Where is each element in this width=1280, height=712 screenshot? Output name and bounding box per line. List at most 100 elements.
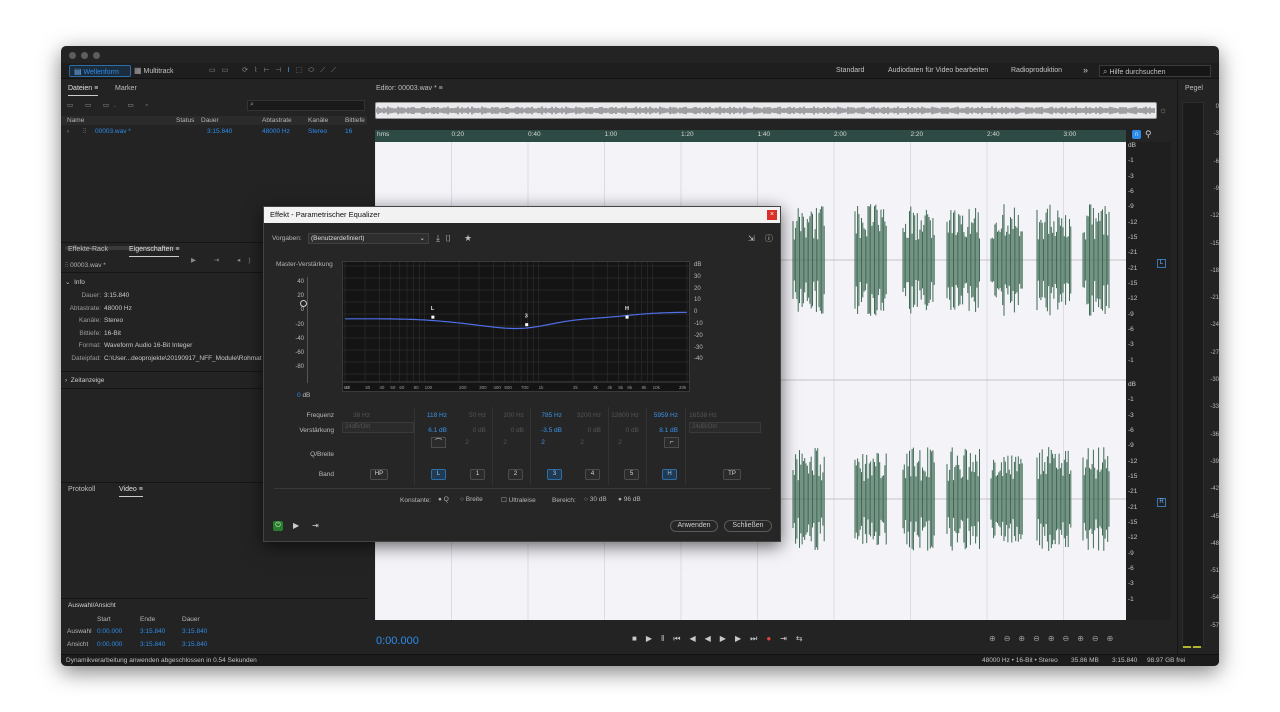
band-gain[interactable]: 8.1 dB [638, 427, 678, 434]
files-toolbar-icons[interactable]: ▭ ▭ ▭. ▭ ▫ [67, 101, 153, 109]
zoom-window-icon[interactable] [93, 52, 100, 59]
editor-tab[interactable]: Editor: 00003.wav * ≡ [376, 82, 443, 96]
band-toggle-4[interactable]: 4 [585, 469, 600, 480]
waveform-button[interactable]: ▤ Wellenform [69, 65, 131, 77]
band-toggle-2[interactable]: 2 [508, 469, 523, 480]
minimize-window-icon[interactable] [81, 52, 88, 59]
selection-end[interactable]: 3:15.840 [140, 628, 165, 635]
col-name[interactable]: Name [67, 117, 84, 124]
band-toggle-l[interactable]: L [431, 469, 446, 480]
zoom-controls[interactable]: ⊕⊖⊕⊖⊕⊖⊕⊖⊕ [989, 634, 1121, 643]
low-shelf-icon[interactable]: ⌒ [431, 437, 446, 448]
tab-history[interactable]: Protokoll [68, 483, 95, 497]
play-preview-icon[interactable]: ▶ [293, 521, 299, 530]
dialog-titlebar[interactable]: Effekt - Parametrischer Equalizer × [264, 207, 780, 223]
band-toggle-3[interactable]: 3 [547, 469, 562, 480]
help-search-input[interactable]: ⌕ Hilfe durchsuchen [1099, 65, 1211, 77]
time-ruler[interactable]: hms 0:20 0:40 1:00 1:20 1:40 2:00 2:20 2:40 3:00 [375, 130, 1126, 142]
band-frequency[interactable]: 785 Hz [522, 412, 562, 419]
constant-width-radio[interactable]: ○ Breite [460, 496, 483, 503]
channel-r-toggle[interactable]: R [1157, 498, 1166, 507]
filter-slope-select[interactable]: 24dB/Okt [689, 422, 761, 433]
band-frequency[interactable]: 5959 Hz [638, 412, 678, 419]
info-row: Dateipfad: C:\User...deoprojekte\20190917… [61, 354, 262, 362]
pin-icon[interactable]: ⚲ [1145, 129, 1152, 140]
col-duration[interactable]: Dauer [201, 117, 219, 124]
workspace-radio[interactable]: Radioproduktion [1011, 65, 1062, 77]
channel-l-toggle[interactable]: L [1157, 259, 1166, 268]
col-bits[interactable]: Bittiefe [345, 117, 365, 124]
close-window-icon[interactable] [69, 52, 76, 59]
band-frequency: 12800 Hz [611, 412, 639, 419]
master-gain-slider[interactable] [300, 300, 307, 307]
col-rate[interactable]: Abtastrate [262, 117, 292, 124]
eq-control-point [525, 323, 529, 327]
meter-scale-label: -18 [1210, 267, 1219, 274]
band-gain[interactable]: -3.5 dB [522, 427, 562, 434]
apply-button[interactable]: Anwenden [670, 520, 718, 532]
band-q[interactable]: 2 [538, 439, 548, 446]
filter-slope-select[interactable]: 24dB/Okt [342, 422, 414, 433]
constant-q-radio[interactable]: ● Q [438, 496, 449, 503]
band-toggle-hp[interactable]: HP [370, 469, 388, 480]
eq-point-label: L [431, 306, 435, 312]
selection-start[interactable]: 0:00.000 [97, 628, 122, 635]
dialog-options-icons[interactable]: ⇲ ⓘ [748, 233, 777, 244]
col-status[interactable]: Status [176, 117, 194, 124]
view-start[interactable]: 0:00.000 [97, 641, 122, 648]
tab-video[interactable]: Video ≡ [119, 483, 143, 497]
close-icon[interactable]: × [767, 210, 777, 220]
band-toggle-1[interactable]: 1 [470, 469, 485, 480]
tab-properties[interactable]: Eigenschaften ≡ [129, 243, 180, 257]
band-frequency[interactable]: 118 Hz [407, 412, 447, 419]
info-key: Dauer: [81, 292, 101, 299]
master-gain-value[interactable]: 0 dB [297, 392, 310, 399]
selection-duration[interactable]: 3:15.840 [182, 628, 207, 635]
tab-effects-rack[interactable]: Effekte-Rack [68, 243, 108, 257]
close-button[interactable]: Schließen [724, 520, 772, 532]
info-section[interactable]: ⌄ Info [65, 278, 85, 286]
col-channels[interactable]: Kanäle [308, 117, 328, 124]
eq-point-label: H [625, 306, 629, 312]
expand-icon[interactable]: › [67, 128, 69, 135]
band-toggle-5[interactable]: 5 [624, 469, 639, 480]
tab-files[interactable]: Dateien ≡ [68, 82, 99, 96]
selection-view-title: Auswahl/Ansicht [68, 602, 116, 609]
files-search-input[interactable]: ⌕ [247, 100, 365, 111]
headphones-icon[interactable]: ∩ [1132, 130, 1141, 139]
band-gain[interactable]: 6.1 dB [407, 427, 447, 434]
time-display-section[interactable]: › Zeitanzeige [65, 377, 104, 384]
loop-icon[interactable]: ⇥ [312, 521, 319, 530]
workspace-standard[interactable]: Standard [836, 65, 864, 77]
preset-select[interactable]: (Benutzerdefiniert) ⌄ [308, 233, 429, 244]
status-size: 35.86 MB [1071, 657, 1099, 664]
current-time-display[interactable]: 0:00.000 [376, 635, 419, 647]
ultra-quiet-checkbox[interactable]: ☐ Ultraleise [501, 496, 536, 504]
eq-freq-label: 10k [653, 385, 661, 390]
more-workspaces-button[interactable]: » [1083, 64, 1088, 76]
band-toggle-h[interactable]: H [662, 469, 677, 480]
high-shelf-icon[interactable]: ⌐ [664, 437, 679, 448]
info-value: C:\User...deoprojekte\20190917_NFF_Modul… [104, 354, 262, 362]
waveform-icon: ▤ [74, 67, 82, 76]
range-30db-radio[interactable]: ○ 30 dB [584, 496, 607, 503]
range-96db-radio[interactable]: ● 96 dB [618, 496, 641, 503]
view-duration[interactable]: 3:15.840 [182, 641, 207, 648]
preset-actions[interactable]: ⤓▯ ★ [436, 233, 477, 244]
tool-buttons[interactable]: ▭▭ ⟳⌇⊢⊣I⬚⬭⟋⟋ [209, 65, 379, 77]
eq-point-label: 3 [525, 314, 528, 320]
power-toggle-icon[interactable]: ⏻ [273, 521, 283, 531]
eq-graph[interactable]: Hz 20 30 40 50 60 80 100 200 300 400 500 700 1k 2k 3k 4k… [342, 261, 690, 392]
band-toggle-tp[interactable]: TP [723, 469, 741, 480]
view-end[interactable]: 3:15.840 [140, 641, 165, 648]
eq-freq-label: 40 [379, 385, 385, 390]
table-row[interactable]: › ⫶⫶ 00003.wav * 3:15.840 48000 Hz Stere… [61, 128, 367, 138]
eq-row-label: Verstärkung [299, 427, 334, 434]
transport-controls[interactable]: ■▶‖⏮◀◀▶▶⏭●⇥⇆ [632, 634, 812, 644]
band-divider [608, 407, 609, 485]
zoom-settings-icon[interactable]: ☼ [1159, 105, 1167, 115]
tab-markers[interactable]: Marker [115, 82, 137, 96]
overview-navigator[interactable] [375, 102, 1157, 119]
workspace-video[interactable]: Audiodaten für Video bearbeiten [888, 65, 988, 77]
multitrack-button[interactable]: ▦ Multitrack [134, 65, 189, 77]
